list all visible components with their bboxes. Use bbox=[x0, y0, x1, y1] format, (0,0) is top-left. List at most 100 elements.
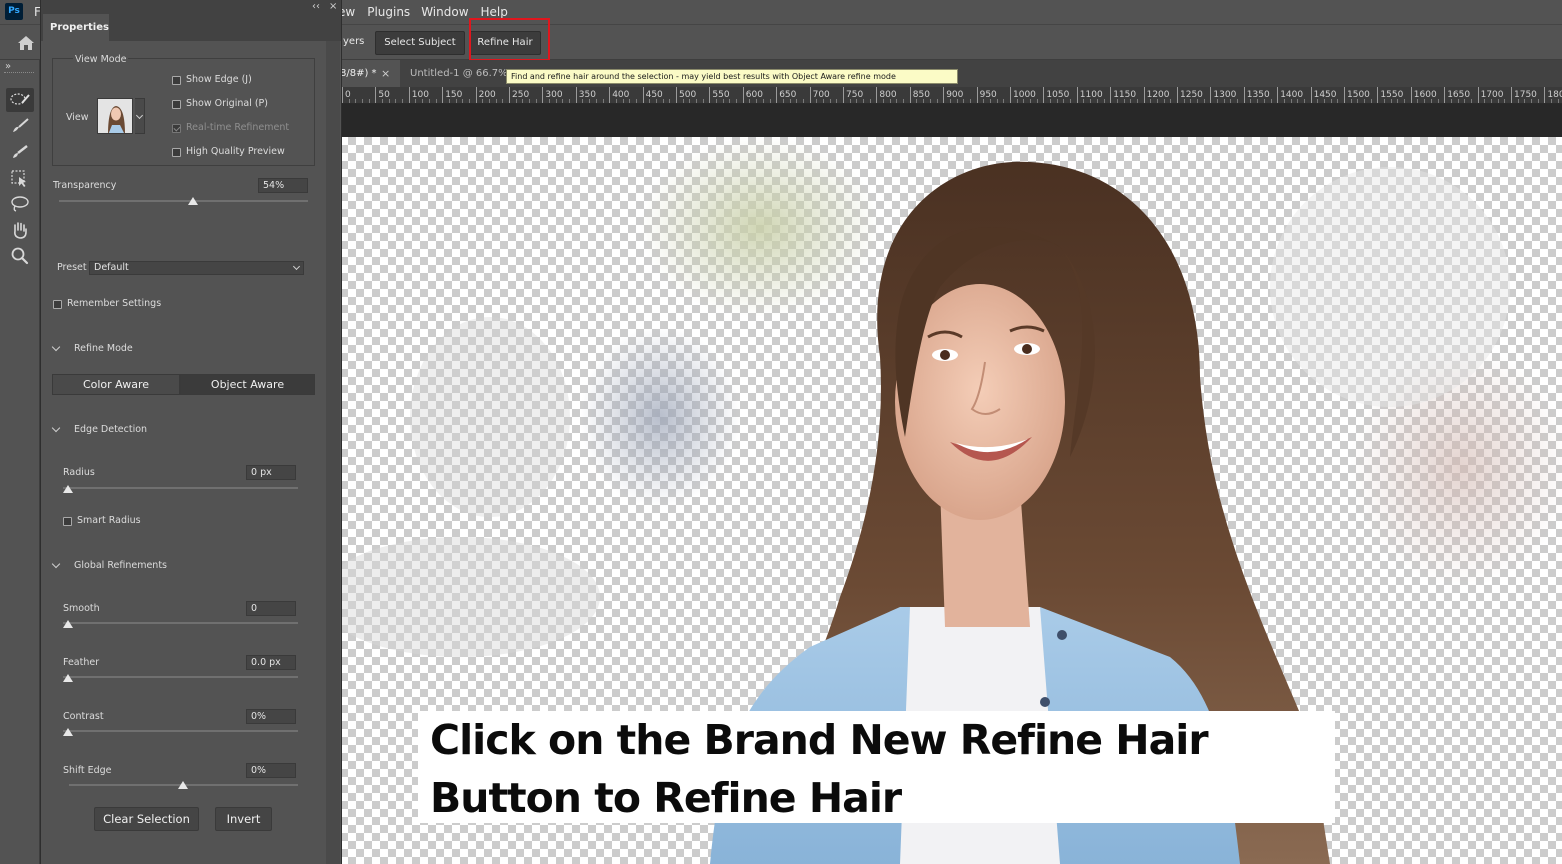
thumbnail-image bbox=[98, 99, 132, 133]
ruler-minor-tick bbox=[1203, 99, 1205, 103]
ruler-label: 350 bbox=[578, 90, 596, 100]
horizontal-ruler[interactable]: 0 50 100 150 200 250 300 350 400 450 500 550 600 650 7… bbox=[340, 87, 1562, 104]
smooth-slider-knob[interactable] bbox=[63, 620, 73, 628]
tool-refine-edge-brush[interactable] bbox=[6, 114, 34, 138]
ruler-minor-tick bbox=[896, 99, 898, 103]
radius-label: Radius bbox=[63, 467, 95, 478]
tool-zoom[interactable] bbox=[6, 244, 34, 268]
home-button[interactable] bbox=[14, 33, 38, 53]
ruler-minor-tick bbox=[1170, 99, 1172, 103]
color-aware-button[interactable]: Color Aware bbox=[52, 374, 180, 395]
feather-slider-track[interactable] bbox=[63, 676, 298, 678]
ruler-minor-tick bbox=[529, 99, 531, 103]
feather-slider-knob[interactable] bbox=[63, 674, 73, 682]
ruler-minor-tick bbox=[889, 99, 891, 103]
ruler-minor-tick bbox=[963, 99, 965, 103]
view-mode-dropdown-caret[interactable] bbox=[135, 98, 145, 134]
ruler-minor-tick bbox=[1397, 99, 1399, 103]
caption-line-1: Click on the Brand New Refine Hair bbox=[430, 716, 1209, 764]
ruler-minor-tick bbox=[1384, 99, 1386, 103]
ruler-major-tick bbox=[676, 87, 677, 103]
shift-edge-slider-knob[interactable] bbox=[178, 781, 188, 789]
remember-settings-checkbox[interactable] bbox=[53, 300, 62, 309]
smooth-field[interactable]: 0 bbox=[246, 601, 296, 616]
menu-item-view[interactable]: ew bbox=[338, 4, 367, 20]
ruler-minor-tick bbox=[1531, 99, 1533, 103]
transparency-field[interactable]: 54% bbox=[258, 178, 308, 193]
edge-detection-chevron-icon[interactable] bbox=[51, 423, 61, 433]
ruler-minor-tick bbox=[1116, 99, 1118, 103]
global-refinements-chevron-icon[interactable] bbox=[51, 559, 61, 569]
ruler-minor-tick bbox=[488, 99, 490, 103]
refine-mode-chevron-icon[interactable] bbox=[51, 342, 61, 352]
ruler-minor-tick bbox=[362, 99, 364, 103]
ruler-minor-tick bbox=[1270, 99, 1272, 103]
caption-text: Click on the Brand New Refine Hair Butto… bbox=[430, 711, 1330, 827]
ruler-minor-tick bbox=[856, 99, 858, 103]
ruler-minor-tick bbox=[455, 99, 457, 103]
ruler-minor-tick bbox=[1223, 99, 1225, 103]
ruler-major-tick bbox=[1310, 87, 1312, 103]
ruler-minor-tick bbox=[983, 99, 985, 103]
ruler-minor-tick bbox=[1163, 99, 1165, 103]
feather-field[interactable]: 0.0 px bbox=[246, 655, 296, 670]
transparency-slider-track[interactable] bbox=[59, 200, 308, 202]
select-subject-button[interactable]: Select Subject bbox=[375, 31, 465, 55]
ruler-minor-tick bbox=[836, 99, 838, 103]
ruler-label: 750 bbox=[846, 90, 864, 100]
shift-edge-label: Shift Edge bbox=[63, 765, 112, 776]
radius-slider-track[interactable] bbox=[63, 487, 298, 489]
toolbar-grip[interactable] bbox=[4, 72, 34, 74]
invert-button[interactable]: Invert bbox=[215, 807, 272, 831]
show-edge-checkbox[interactable] bbox=[172, 76, 181, 85]
close-tab-icon[interactable]: × bbox=[381, 67, 390, 80]
ruler-minor-tick bbox=[1390, 99, 1392, 103]
ruler-major-tick bbox=[943, 87, 945, 103]
ruler-minor-tick bbox=[1083, 99, 1085, 103]
select-layers-partial-label[interactable]: yers bbox=[343, 36, 364, 47]
high-quality-preview-checkbox[interactable] bbox=[172, 148, 181, 157]
menu-item-plugins[interactable]: Plugins bbox=[367, 4, 421, 20]
collapse-panel-icon[interactable]: ‹‹ bbox=[312, 1, 320, 12]
tab-properties[interactable]: Properties bbox=[43, 14, 109, 41]
ruler-minor-tick bbox=[949, 99, 951, 103]
ruler-minor-tick bbox=[649, 99, 651, 103]
tool-hand[interactable] bbox=[6, 218, 34, 242]
ruler-minor-tick bbox=[1517, 99, 1519, 103]
ruler-minor-tick bbox=[1283, 99, 1285, 103]
realtime-refinement-checkbox bbox=[172, 124, 181, 133]
document-tab-active[interactable]: 8/8#) * bbox=[340, 60, 400, 87]
ruler-minor-tick bbox=[1330, 99, 1332, 103]
ruler-minor-tick bbox=[1030, 99, 1032, 103]
ruler-minor-tick bbox=[415, 99, 417, 103]
tool-brush[interactable] bbox=[6, 140, 34, 164]
ruler-minor-tick bbox=[462, 99, 464, 103]
transparency-slider-knob[interactable] bbox=[188, 197, 199, 205]
ruler-minor-tick bbox=[796, 99, 798, 103]
tool-object-selection[interactable] bbox=[6, 166, 34, 190]
tool-lasso[interactable] bbox=[6, 192, 34, 216]
preset-dropdown[interactable]: Default bbox=[89, 261, 304, 275]
ruler-minor-tick bbox=[829, 99, 831, 103]
expand-toolbar-icon[interactable]: » bbox=[5, 61, 11, 72]
ruler-minor-tick bbox=[1150, 99, 1152, 103]
smooth-slider-track[interactable] bbox=[63, 622, 298, 624]
contrast-slider-knob[interactable] bbox=[63, 728, 73, 736]
smart-radius-checkbox[interactable] bbox=[63, 517, 72, 526]
smooth-label: Smooth bbox=[63, 603, 100, 614]
show-original-checkbox[interactable] bbox=[172, 100, 181, 109]
close-panel-icon[interactable]: × bbox=[329, 1, 337, 12]
ruler-major-tick bbox=[642, 87, 644, 103]
view-mode-thumbnail[interactable] bbox=[97, 98, 133, 134]
object-aware-button[interactable]: Object Aware bbox=[180, 374, 315, 395]
tool-quick-selection[interactable] bbox=[6, 88, 34, 112]
panel-scrollbar[interactable] bbox=[326, 41, 340, 864]
radius-field[interactable]: 0 px bbox=[246, 465, 296, 480]
contrast-slider-track[interactable] bbox=[63, 730, 298, 732]
shift-edge-field[interactable]: 0% bbox=[246, 763, 296, 778]
contrast-field[interactable]: 0% bbox=[246, 709, 296, 724]
radius-slider-knob[interactable] bbox=[63, 485, 73, 493]
clear-selection-button[interactable]: Clear Selection bbox=[94, 807, 199, 831]
ruler-minor-tick bbox=[655, 99, 657, 103]
ruler-major-tick bbox=[1010, 87, 1011, 103]
